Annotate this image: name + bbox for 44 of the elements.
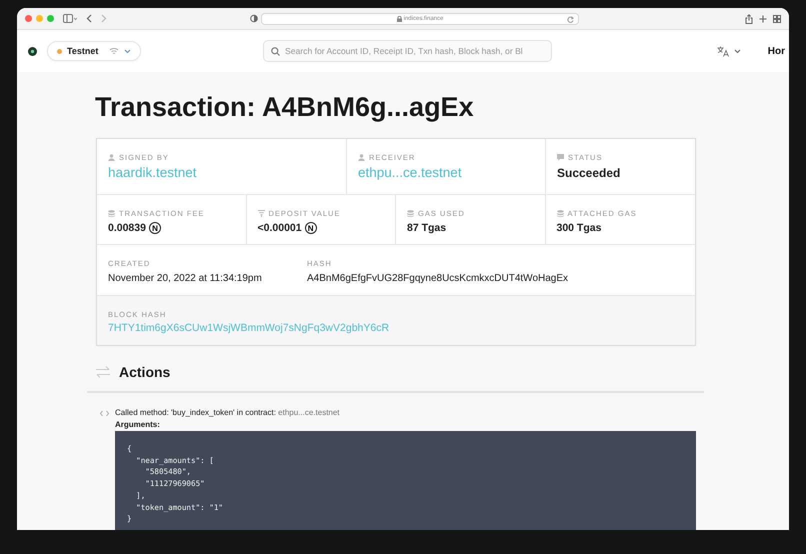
field-value: Succeeded: [557, 166, 622, 180]
field-value: 0.00839: [108, 222, 146, 234]
share-icon[interactable]: [745, 14, 753, 24]
near-symbol: N: [148, 222, 161, 234]
speech-bubble-icon: [557, 154, 564, 160]
field-value: <0.00001: [258, 222, 302, 234]
arguments-label: Arguments:: [115, 420, 161, 429]
status-dot-icon: [57, 48, 62, 54]
arrows-icon: [95, 365, 111, 379]
caret-icon[interactable]: [734, 48, 741, 54]
field-value: 300 Tgas: [556, 222, 602, 234]
close-button[interactable]: [25, 15, 32, 22]
field-value: November 20, 2022 at 11:34:19pm: [108, 273, 263, 284]
code-icon: [100, 410, 109, 417]
lock-icon: [396, 16, 402, 22]
contract-link[interactable]: ethpu...ce.testnet: [278, 408, 340, 417]
back-icon[interactable]: [86, 14, 92, 23]
page-title: Transaction: A4BnM6g...agEx: [95, 91, 475, 124]
account-link[interactable]: haardik.testnet: [108, 165, 335, 180]
logo-icon[interactable]: [28, 46, 37, 56]
near-symbol: N: [304, 222, 317, 234]
database-icon: [108, 210, 115, 216]
section-heading: Actions: [119, 364, 170, 380]
plus-icon[interactable]: [759, 14, 767, 22]
translate-icon[interactable]: [716, 46, 729, 56]
caret-icon: [124, 48, 132, 54]
nav-link[interactable]: Hor: [768, 46, 785, 56]
reload-icon[interactable]: [567, 16, 574, 22]
sidebar-icon[interactable]: [63, 14, 77, 23]
database-icon: [407, 210, 414, 216]
filter-icon: [258, 210, 264, 216]
account-link[interactable]: ethpu...ce.testnet: [358, 165, 534, 180]
signal-icon: [109, 47, 120, 55]
person-icon: [108, 154, 115, 160]
field-value: 87 Tgas: [407, 222, 448, 234]
field-value: A4BnM6gEfgFvUG28Fgqyne8UcsKcmkxcDUT4tWoHagEx: [307, 273, 570, 284]
method-description: Called method: 'buy_index_token' in contract: ethpu...ce.testnet: [115, 408, 341, 417]
account-link[interactable]: 7HTY1tim6gX6sCUw1WsjWBmmWoj7sNgFq3wV2gbhY6cR: [108, 322, 684, 334]
network-name: Testnet: [67, 46, 98, 56]
database-icon: [556, 210, 564, 216]
network-selector[interactable]: Testnet: [47, 41, 142, 61]
search-field[interactable]: Search for Account ID, Receipt ID, Txn hash, Block hash, or Bl: [263, 40, 552, 62]
tabs-overview-icon[interactable]: [773, 14, 781, 22]
person-icon: [358, 154, 365, 160]
